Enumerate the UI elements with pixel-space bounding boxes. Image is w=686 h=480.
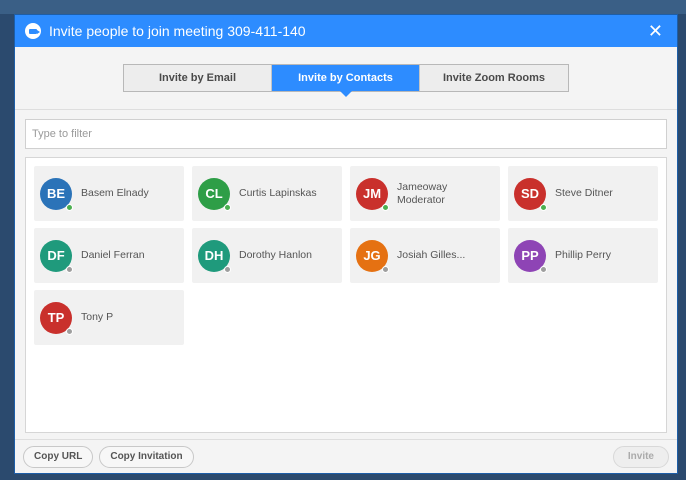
contacts-grid: BE Basem Elnady CL Curtis Lapinskas JM Jameow…	[25, 157, 667, 433]
avatar: DF	[40, 239, 73, 273]
invite-dialog: Invite people to join meeting 309-411-14…	[14, 14, 678, 474]
contact-name: Jameoway Moderator	[397, 180, 448, 206]
dialog-footer: Copy URL Copy Invitation Invite	[15, 439, 677, 473]
contact-item[interactable]: JM Jameoway Moderator	[350, 166, 500, 221]
presence-status-icon	[382, 265, 389, 273]
contact-item[interactable]: SD Steve Ditner	[508, 166, 658, 221]
contact-item[interactable]: DF Daniel Ferran	[34, 228, 184, 283]
avatar-initials: TP	[47, 310, 65, 325]
contact-item[interactable]: JG Josiah Gilles...	[350, 228, 500, 283]
avatar-initials: CL	[205, 186, 223, 201]
contact-name: Basem Elnady	[81, 187, 149, 199]
presence-status-icon	[224, 203, 231, 211]
avatar-initials: PP	[521, 248, 539, 263]
avatar: TP	[40, 301, 73, 335]
avatar-initials: JM	[362, 186, 382, 201]
dialog-title: Invite people to join meeting 309-411-14…	[49, 23, 306, 39]
avatar: PP	[514, 239, 547, 273]
tab-bar: Invite by Email Invite by Contacts Invit…	[15, 47, 677, 109]
contact-name: Daniel Ferran	[81, 249, 145, 261]
contact-item[interactable]: TP Tony P	[34, 290, 184, 345]
presence-status-icon	[382, 203, 389, 211]
avatar-initials: SD	[520, 186, 540, 201]
avatar: CL	[198, 177, 231, 211]
desktop-backdrop	[0, 0, 686, 14]
tab-invite-zoom-rooms[interactable]: Invite Zoom Rooms	[420, 65, 568, 91]
contact-item[interactable]: DH Dorothy Hanlon	[192, 228, 342, 283]
avatar-initials: BE	[46, 186, 66, 201]
contact-name: Curtis Lapinskas	[239, 187, 317, 199]
avatar-initials: DF	[47, 248, 65, 263]
contact-name: Tony P	[81, 311, 114, 323]
avatar: JG	[356, 239, 389, 273]
presence-status-icon	[224, 265, 231, 273]
avatar-initials: DH	[204, 248, 224, 263]
filter-input[interactable]	[25, 119, 667, 149]
presence-status-icon	[66, 203, 73, 211]
tab-invite-by-contacts[interactable]: Invite by Contacts	[272, 65, 420, 97]
avatar-initials: JG	[363, 248, 381, 263]
avatar: BE	[40, 177, 73, 211]
contact-name: Phillip Perry	[555, 249, 612, 261]
presence-status-icon	[540, 203, 547, 211]
close-icon[interactable]: ✕	[644, 21, 667, 42]
contact-item[interactable]: CL Curtis Lapinskas	[192, 166, 342, 221]
avatar: JM	[356, 177, 389, 211]
avatar: DH	[198, 239, 231, 273]
invite-button[interactable]: Invite	[612, 445, 669, 468]
tab-invite-by-email[interactable]: Invite by Email	[124, 65, 272, 91]
contact-name: Dorothy Hanlon	[239, 249, 312, 261]
contacts-panel: BE Basem Elnady CL Curtis Lapinskas JM Jameow…	[25, 119, 667, 444]
avatar: SD	[514, 177, 547, 211]
presence-status-icon	[66, 327, 73, 335]
contact-name: Steve Ditner	[555, 187, 613, 199]
copy-url-button[interactable]: Copy URL	[23, 445, 94, 468]
presence-status-icon	[66, 265, 73, 273]
zoom-logo-icon	[25, 23, 41, 39]
contact-item[interactable]: PP Phillip Perry	[508, 228, 658, 283]
contact-name: Josiah Gilles...	[397, 249, 466, 261]
title-bar: Invite people to join meeting 309-411-14…	[15, 15, 677, 47]
divider	[15, 109, 677, 110]
contact-item[interactable]: BE Basem Elnady	[34, 166, 184, 221]
presence-status-icon	[540, 265, 547, 273]
copy-invitation-button[interactable]: Copy Invitation	[99, 445, 194, 468]
